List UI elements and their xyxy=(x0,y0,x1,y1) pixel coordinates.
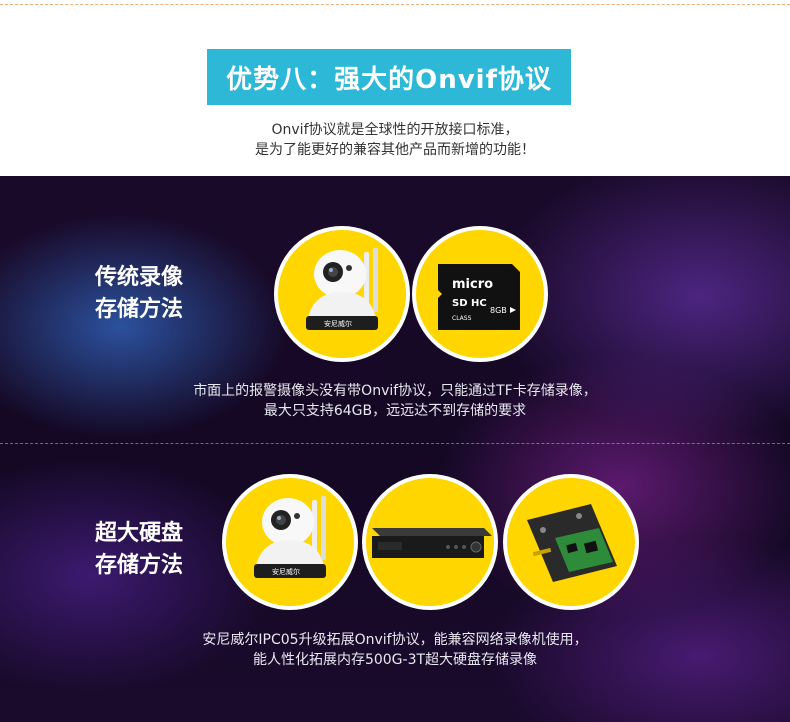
ip-camera-icon: 安尼威尔 xyxy=(254,496,326,578)
section1-desc-line-2: 最大只支持64GB，远远达不到存储的要求 xyxy=(263,403,527,419)
camera-circle-1: 安尼威尔 xyxy=(274,226,410,362)
sd-brand-label: micro xyxy=(452,277,493,292)
nvr-circle xyxy=(362,474,498,610)
section1-title: 传统录像 存储方法 xyxy=(95,262,183,326)
hdd-circle xyxy=(503,474,639,610)
section2-title-line-2: 存储方法 xyxy=(95,553,184,578)
section2-desc-line-2: 能人性化拓展内存500G-3T超大硬盘存储录像 xyxy=(252,652,538,668)
section2-description: 安尼威尔IPC05升级拓展Onvif协议，能兼容网络录像机使用， 能人性化拓展内… xyxy=(0,630,790,670)
subtitle-line-1: Onvif协议就是全球性的开放接口标准， xyxy=(271,122,519,138)
top-dashed-border xyxy=(0,4,790,5)
section2-desc-line-1: 安尼威尔IPC05升级拓展Onvif协议，能兼容网络录像机使用， xyxy=(202,632,588,648)
feature-panel: 传统录像 存储方法 安尼威尔 micro SD HC 8GB CLASS 市面上… xyxy=(0,176,790,722)
ip-camera-icon: 安尼威尔 xyxy=(306,248,378,330)
section2-title: 超大硬盘 存储方法 xyxy=(95,518,183,582)
page-title: 优势八：强大的Onvif协议 xyxy=(226,64,552,95)
section2-title-line-1: 超大硬盘 xyxy=(95,521,184,546)
sd-card-circle: micro SD HC 8GB CLASS xyxy=(412,226,548,362)
sd-capacity-label: 8GB xyxy=(490,306,507,315)
nvr-recorder-icon xyxy=(372,528,492,558)
section1-title-line-2: 存储方法 xyxy=(95,297,184,322)
section1-desc-line-1: 市面上的报警摄像头没有带Onvif协议，只能通过TF卡存储录像， xyxy=(193,383,597,399)
micro-sd-card-icon: micro SD HC 8GB CLASS xyxy=(438,264,520,330)
subtitle-line-2: 是为了能更好的兼容其他产品而新增的功能！ xyxy=(255,142,535,158)
camera-brand-label-2: 安尼威尔 xyxy=(272,567,300,576)
title-banner: 优势八：强大的Onvif协议 xyxy=(207,49,571,105)
camera-brand-label-1: 安尼威尔 xyxy=(324,319,352,328)
section-divider xyxy=(0,443,790,444)
sd-type-label: SD HC xyxy=(452,298,487,309)
sd-class-label: CLASS xyxy=(452,315,472,322)
section1-description: 市面上的报警摄像头没有带Onvif协议，只能通过TF卡存储录像， 最大只支持64… xyxy=(0,381,790,421)
header-section: 优势八：强大的Onvif协议 Onvif协议就是全球性的开放接口标准， 是为了能… xyxy=(0,0,790,176)
section1-title-line-1: 传统录像 xyxy=(95,265,184,290)
subtitle: Onvif协议就是全球性的开放接口标准， 是为了能更好的兼容其他产品而新增的功能… xyxy=(0,120,790,160)
camera-circle-2: 安尼威尔 xyxy=(222,474,358,610)
hard-disk-icon xyxy=(527,504,617,582)
